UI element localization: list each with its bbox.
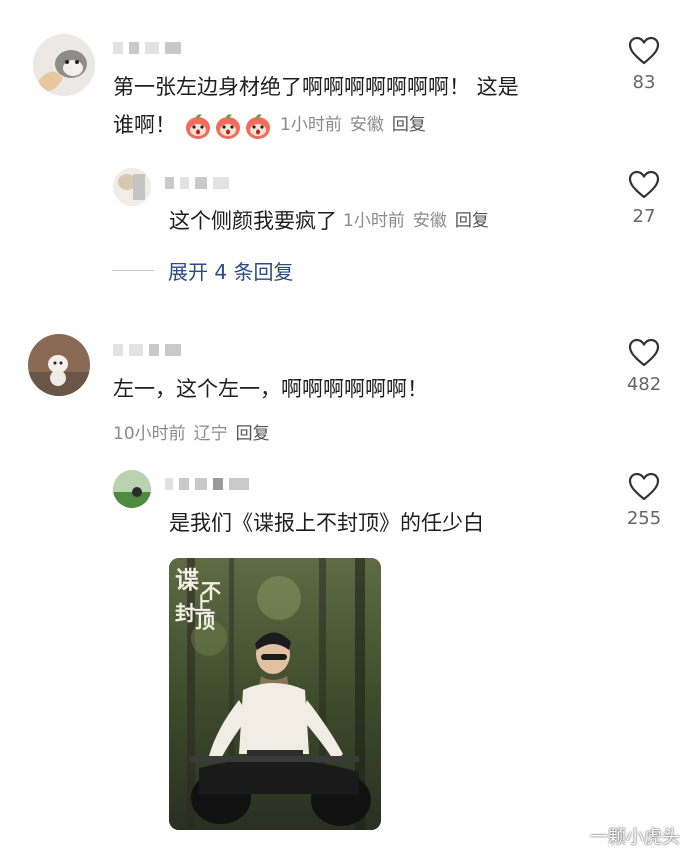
heart-outline-icon (628, 338, 660, 367)
reply-button[interactable]: 回复 (455, 211, 489, 231)
reply-time: 1小时前 (343, 211, 405, 231)
reply-location: 安徽 (412, 211, 447, 231)
peach-emoji-icon (246, 114, 270, 139)
reply-text-row: 这个侧颜我要疯了 1小时前 安徽 回复 (169, 202, 497, 240)
like-button[interactable]: 255 (616, 472, 672, 529)
user-avatar-icon (113, 168, 151, 206)
movie-poster-illustration: 谍 上 不 封 顶 (169, 558, 381, 830)
avatar[interactable] (33, 34, 95, 96)
reply-button[interactable]: 回复 (236, 424, 270, 444)
user-avatar-icon (113, 470, 151, 508)
expand-replies[interactable]: 展开 4 条回复 (112, 256, 293, 285)
heart-outline-icon (628, 472, 660, 501)
comment-time: 10小时前 (113, 424, 186, 444)
heart-outline-icon (628, 36, 660, 65)
like-button[interactable]: 27 (616, 170, 672, 227)
username-masked[interactable] (165, 476, 249, 492)
expand-replies-label[interactable]: 展开 4 条回复 (168, 256, 293, 285)
username-masked[interactable] (113, 40, 181, 56)
reply-text: 是我们《谍报上不封顶》的任少白 (169, 511, 484, 535)
poster-title-glyph: 谍 (175, 565, 199, 594)
like-count: 482 (626, 374, 662, 395)
watermark-text: 一颗小虎头 (590, 827, 680, 848)
poster-title-glyph: 顶 (195, 609, 215, 633)
comment-text: 第一张左边身材绝了啊啊啊啊啊啊啊！ 这是 谁啊！ 1小时前 安徽 回复 (113, 68, 593, 144)
expand-divider (112, 270, 154, 271)
comment-meta: 10小时前 辽宁 回复 (113, 419, 278, 444)
comment-meta: 1小时前 安徽 回复 (280, 106, 434, 144)
like-button[interactable]: 482 (616, 338, 672, 395)
like-count: 83 (632, 72, 656, 93)
poster-image[interactable]: 谍 上 不 封 顶 (169, 558, 381, 830)
like-count: 255 (626, 508, 662, 529)
comment-text-line2-row: 谁啊！ 1小时前 安徽 回复 (113, 106, 593, 144)
watermark: 一颗小虎头 (562, 823, 680, 849)
reply-text: 这个侧颜我要疯了 (169, 209, 337, 233)
peach-emoji-icon (186, 114, 210, 139)
comment-text: 左一，这个左一，啊啊啊啊啊啊！ (113, 377, 428, 401)
like-count: 27 (632, 206, 656, 227)
dog-avatar-icon (28, 334, 90, 396)
comment-text-line2: 谁啊！ (113, 113, 176, 137)
avatar[interactable] (113, 168, 151, 206)
heart-outline-icon (628, 170, 660, 199)
peach-emoji-icon (216, 114, 240, 139)
poster-title-glyph: 封 (175, 601, 195, 625)
reply-button[interactable]: 回复 (392, 115, 426, 135)
avatar[interactable] (113, 470, 151, 508)
weibo-icon (562, 828, 585, 846)
avatar[interactable] (28, 334, 90, 396)
comment-location: 辽宁 (193, 424, 228, 444)
comment-text-line1: 第一张左边身材绝了啊啊啊啊啊啊啊！ 这是 (113, 75, 519, 99)
comment-time: 1小时前 (280, 115, 342, 135)
reply-meta: 1小时前 安徽 回复 (343, 202, 497, 240)
like-button[interactable]: 83 (616, 36, 672, 93)
cat-avatar-icon (33, 34, 95, 96)
username-masked[interactable] (165, 175, 229, 191)
poster-title-glyph: 不 (201, 579, 221, 603)
comment-location: 安徽 (349, 115, 384, 135)
username-masked[interactable] (113, 342, 181, 358)
